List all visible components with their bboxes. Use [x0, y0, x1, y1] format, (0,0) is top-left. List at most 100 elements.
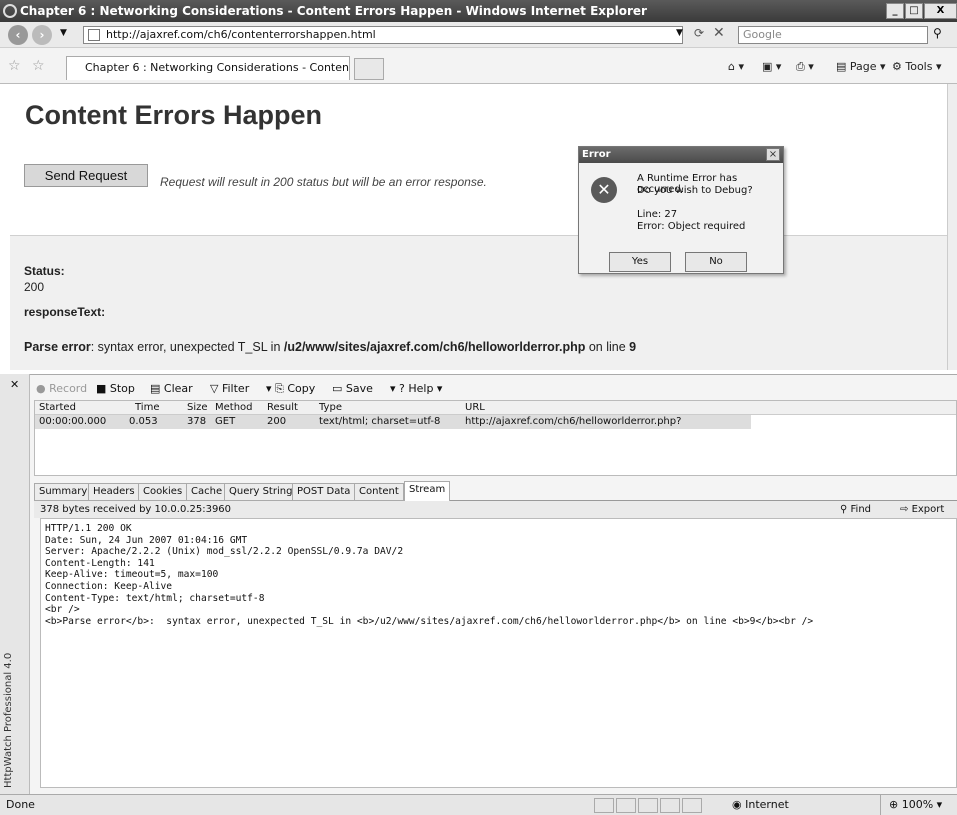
clear-button[interactable]: ▤ Clear	[150, 382, 193, 395]
dialog-title: Error	[579, 147, 783, 163]
tab-query-string[interactable]: Query String	[224, 483, 298, 501]
col-started[interactable]: Started	[39, 401, 76, 415]
dialog-yes-button[interactable]: Yes	[609, 252, 671, 272]
stream-line: Server: Apache/2.2.2 (Unix) mod_ssl/2.2.…	[45, 546, 404, 558]
status-pane	[638, 798, 658, 813]
page-menu[interactable]: ▤ Page ▾	[836, 60, 886, 73]
tab-row: ☆ ☆ Chapter 6 : Networking Consideration…	[0, 48, 957, 84]
stream-line: Date: Sun, 24 Jun 2007 01:04:16 GMT	[45, 534, 248, 546]
detail-tabs: Summary Headers Cookies Cache Query Stri…	[34, 481, 957, 502]
forward-icon[interactable]: ›	[32, 25, 52, 45]
status-bar: Done ◉ Internet ⊕ 100% ▾	[0, 794, 957, 815]
cell-method: GET	[215, 416, 236, 427]
save-button[interactable]: ▭ Save	[332, 382, 373, 395]
grid-header: Started Time Size Method Result Type URL	[35, 401, 956, 415]
dialog-line-2: Do you wish to Debug?	[637, 185, 753, 196]
address-dropdown-icon[interactable]: ▼	[676, 28, 683, 38]
internet-zone[interactable]: ◉ Internet	[732, 795, 789, 815]
stream-line: <br />	[45, 604, 80, 616]
tab-post-data[interactable]: POST Data	[292, 483, 356, 501]
tab-stream[interactable]: Stream	[404, 481, 451, 502]
address-bar[interactable]: http://ajaxref.com/ch6/contenterrorshapp…	[83, 26, 683, 44]
stream-line: HTTP/1.1 200 OK	[45, 523, 132, 534]
col-type[interactable]: Type	[319, 401, 342, 415]
home-icon[interactable]: ⌂ ▾	[728, 60, 744, 73]
address-row: ‹ › ▼ http://ajaxref.com/ch6/contenterro…	[0, 22, 957, 48]
stream-view[interactable]: HTTP/1.1 200 OK Date: Sun, 24 Jun 2007 0…	[40, 518, 957, 788]
col-method[interactable]: Method	[215, 401, 253, 415]
status-pane	[616, 798, 636, 813]
stream-line: Content-Length: 141	[45, 557, 155, 569]
request-hint: Request will result in 200 status but wi…	[160, 175, 487, 189]
find-button[interactable]: ⚲ Find	[840, 501, 871, 518]
table-row[interactable]: 00:00:00.000 0.053 378 GET 200 text/html…	[35, 415, 751, 429]
col-time[interactable]: Time	[135, 401, 159, 415]
window-titlebar: Chapter 6 : Networking Considerations - …	[0, 0, 957, 22]
address-url: http://ajaxref.com/ch6/contenterrorshapp…	[106, 28, 376, 41]
filter-button[interactable]: ▽ Filter	[210, 382, 249, 395]
request-grid: Started Time Size Method Result Type URL…	[34, 400, 957, 476]
stream-line: <b>Parse error</b>: syntax error, unexpe…	[45, 615, 814, 627]
maximize-button[interactable]: □	[905, 3, 923, 19]
search-input[interactable]: Google	[738, 26, 928, 44]
ie-logo-icon	[3, 4, 17, 18]
error-dialog: Error × ✕ A Runtime Error has occurred. …	[578, 146, 784, 274]
refresh-icon[interactable]: ⟳	[694, 26, 704, 40]
minimize-button[interactable]: _	[886, 3, 904, 19]
browser-tab[interactable]: Chapter 6 : Networking Considerations - …	[66, 56, 350, 80]
copy-button[interactable]: ▾ ⎘ Copy	[266, 382, 315, 396]
httpwatch-side-label: HttpWatch Professional 4.0	[3, 652, 14, 788]
dialog-line-3: Line: 27	[637, 209, 678, 220]
favorites-star-icon[interactable]: ☆	[8, 58, 21, 74]
page-scrollbar[interactable]	[947, 84, 957, 370]
stream-line: Connection: Keep-Alive	[45, 580, 173, 592]
httpwatch-toolbar: ● Record ■ Stop ▤ Clear ▽ Filter ▾ ⎘ Cop…	[30, 378, 957, 400]
status-pane	[660, 798, 680, 813]
new-tab-button[interactable]	[354, 58, 384, 80]
col-url[interactable]: URL	[465, 401, 485, 415]
tab-cache[interactable]: Cache	[186, 483, 228, 501]
export-button[interactable]: ⇨ Export	[900, 501, 944, 518]
tab-headers[interactable]: Headers	[88, 483, 140, 501]
zoom-level[interactable]: ⊕ 100% ▾	[880, 795, 942, 815]
col-size[interactable]: Size	[187, 401, 208, 415]
help-button[interactable]: ▾ ? Help ▾	[390, 382, 442, 395]
stop-button[interactable]: ■ Stop	[96, 382, 135, 395]
parse-error-text: Parse error: syntax error, unexpected T_…	[24, 340, 637, 354]
cell-url: http://ajaxref.com/ch6/helloworlderror.p…	[465, 416, 682, 427]
status-text: Done	[6, 798, 35, 811]
stop-icon[interactable]: ✕	[713, 25, 725, 41]
close-window-button[interactable]: X	[924, 3, 957, 19]
stream-line: Keep-Alive: timeout=5, max=100	[45, 569, 219, 581]
back-icon[interactable]: ‹	[8, 25, 28, 45]
tab-summary[interactable]: Summary	[34, 483, 93, 501]
col-result[interactable]: Result	[267, 401, 298, 415]
page-favicon-icon	[88, 29, 100, 41]
status-pane	[682, 798, 702, 813]
record-button[interactable]: ● Record	[36, 382, 87, 395]
dialog-close-icon[interactable]: ×	[766, 148, 780, 161]
search-icon[interactable]: ⚲	[933, 26, 942, 40]
add-favorites-icon[interactable]: ☆	[32, 58, 45, 74]
feeds-icon[interactable]: ▣ ▾	[762, 60, 781, 73]
bytes-received: 378 bytes received by 10.0.0.25:3960	[40, 504, 232, 515]
tab-content[interactable]: Content	[354, 483, 404, 501]
httpwatch-close-icon[interactable]: ✕	[10, 378, 19, 391]
cell-type: text/html; charset=utf-8	[319, 416, 441, 427]
tools-menu[interactable]: ⚙ Tools ▾	[892, 60, 942, 73]
status-label: Status:	[24, 264, 65, 278]
dialog-line-4: Error: Object required	[637, 221, 746, 232]
print-icon[interactable]: ⎙ ▾	[796, 60, 814, 74]
page-title: Content Errors Happen	[25, 100, 323, 130]
dialog-no-button[interactable]: No	[685, 252, 747, 272]
error-icon: ✕	[591, 177, 617, 203]
status-pane	[594, 798, 614, 813]
tab-cookies[interactable]: Cookies	[138, 483, 188, 501]
window-title: Chapter 6 : Networking Considerations - …	[20, 4, 647, 18]
cell-time: 0.053	[129, 416, 158, 427]
history-dropdown-icon[interactable]: ▼	[60, 28, 67, 38]
cell-result: 200	[267, 416, 287, 427]
send-request-button[interactable]: Send Request	[24, 164, 148, 187]
status-value: 200	[24, 280, 45, 294]
cell-started: 00:00:00.000	[39, 416, 107, 427]
